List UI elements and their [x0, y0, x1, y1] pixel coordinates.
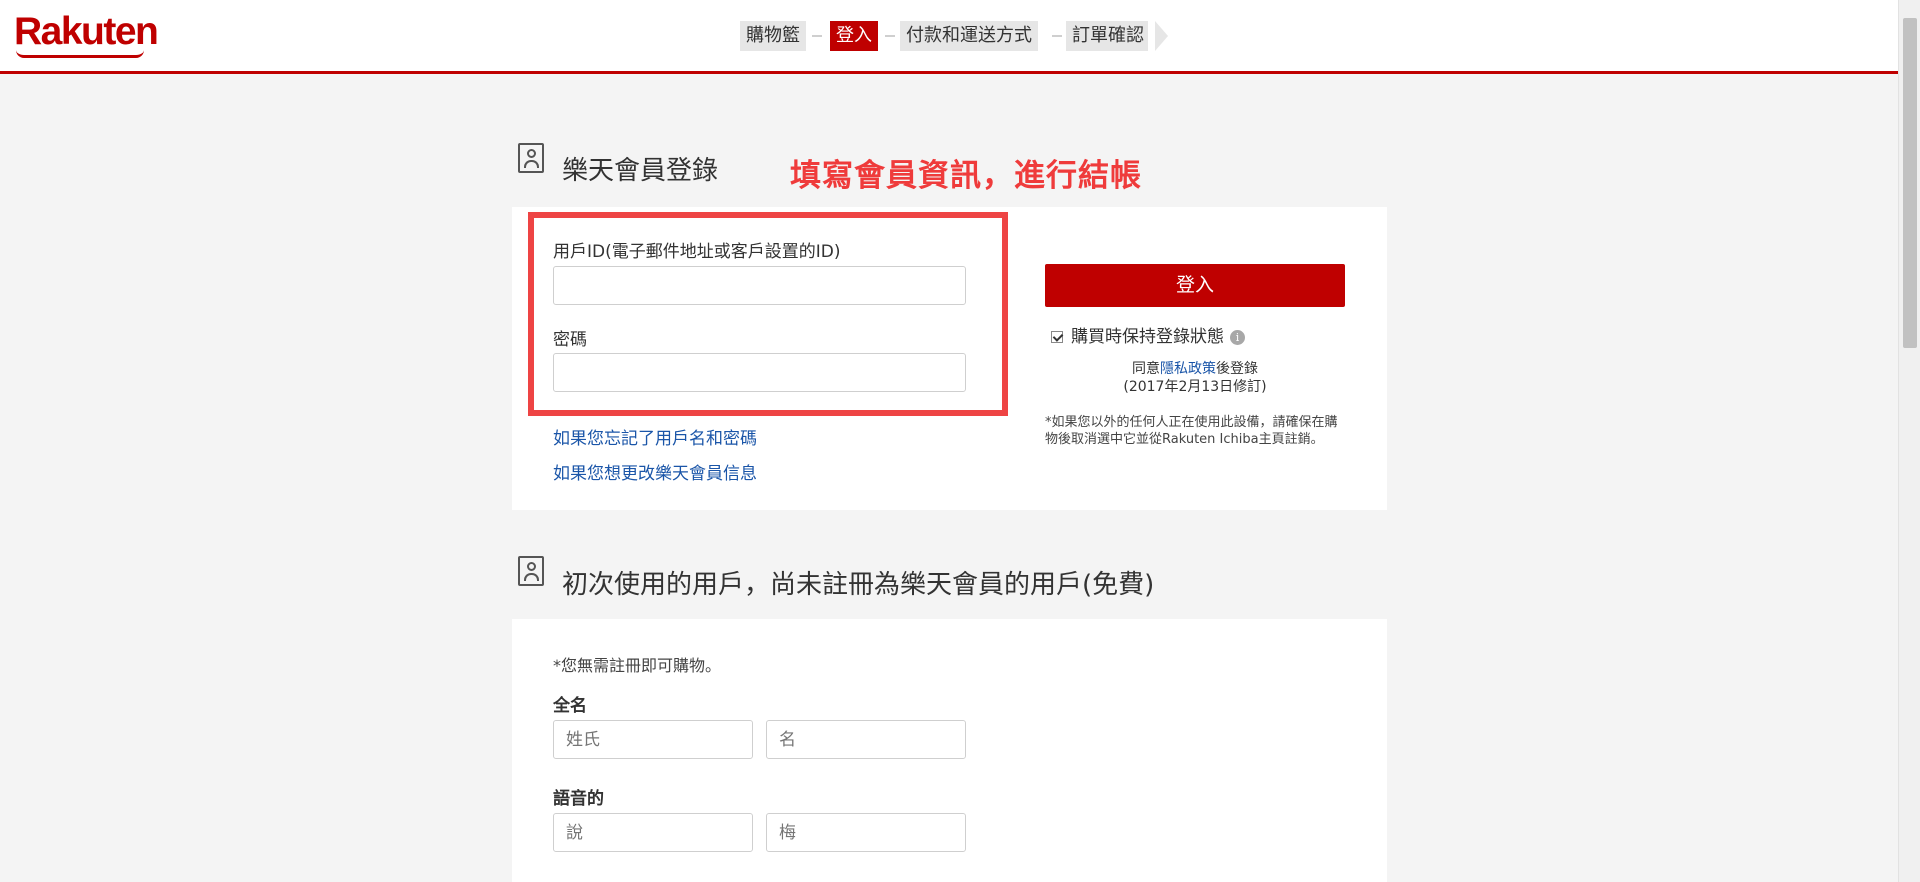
phonetic-first-input[interactable] [766, 813, 966, 852]
step-cart: 購物籃 [740, 21, 806, 51]
password-input[interactable] [553, 353, 966, 392]
keep-logged-in-row: 購買時保持登錄狀態 i [1051, 322, 1245, 347]
step-payment-shipping: 付款和運送方式 [900, 21, 1038, 51]
member-icon [518, 143, 544, 173]
first-name-input[interactable] [766, 720, 966, 759]
step-connector [812, 35, 822, 37]
step-connector [885, 35, 895, 37]
step-order-confirm: 訂單確認 [1066, 21, 1148, 51]
privacy-policy-link[interactable]: 隱私政策 [1160, 361, 1216, 377]
page-scrollbar[interactable] [1898, 0, 1920, 882]
policy-revision-date: (2017年2月13日修訂) [1123, 379, 1267, 395]
member-icon [518, 556, 544, 586]
shared-device-note: *如果您以外的任何人正在使用此設備，請確保在購物後取消選中它並從Rakuten … [1045, 415, 1338, 447]
user-id-input[interactable] [553, 266, 966, 305]
keep-logged-in-label: 購買時保持登錄狀態 [1071, 327, 1224, 347]
privacy-policy-text: 同意隱私政策後登錄 (2017年2月13日修訂) [1123, 361, 1267, 395]
phonetic-label: 語音的 [553, 789, 604, 809]
login-section-title: 樂天會員登錄 [562, 156, 719, 186]
step-connector [1052, 35, 1062, 37]
info-icon[interactable]: i [1230, 330, 1245, 345]
last-name-input[interactable] [553, 720, 753, 759]
guest-section-title: 初次使用的用戶，尚未註冊為樂天會員的用戶(免費) [562, 570, 1155, 600]
no-registration-note: *您無需註冊即可購物。 [553, 656, 722, 675]
step-arrow-icon [1155, 21, 1168, 51]
login-button[interactable]: 登入 [1045, 264, 1345, 307]
promo-annotation: 填寫會員資訊，進行結帳 [790, 158, 1142, 194]
scrollbar-thumb[interactable] [1903, 18, 1917, 348]
logo-swoosh [16, 50, 144, 58]
step-login: 登入 [830, 21, 878, 51]
site-header: Rakuten 購物籃 登入 付款和運送方式 訂單確認 [0, 0, 1898, 74]
user-id-label: 用戶ID(電子郵件地址或客戶設置的ID) [553, 242, 841, 262]
full-name-label: 全名 [553, 696, 587, 716]
change-member-info-link[interactable]: 如果您想更改樂天會員信息 [553, 459, 757, 484]
phonetic-last-input[interactable] [553, 813, 753, 852]
rakuten-logo[interactable]: Rakuten [14, 10, 159, 54]
password-label: 密碼 [553, 330, 587, 350]
keep-logged-in-checkbox[interactable] [1051, 331, 1063, 343]
forgot-credentials-link[interactable]: 如果您忘記了用戶名和密碼 [553, 424, 757, 449]
